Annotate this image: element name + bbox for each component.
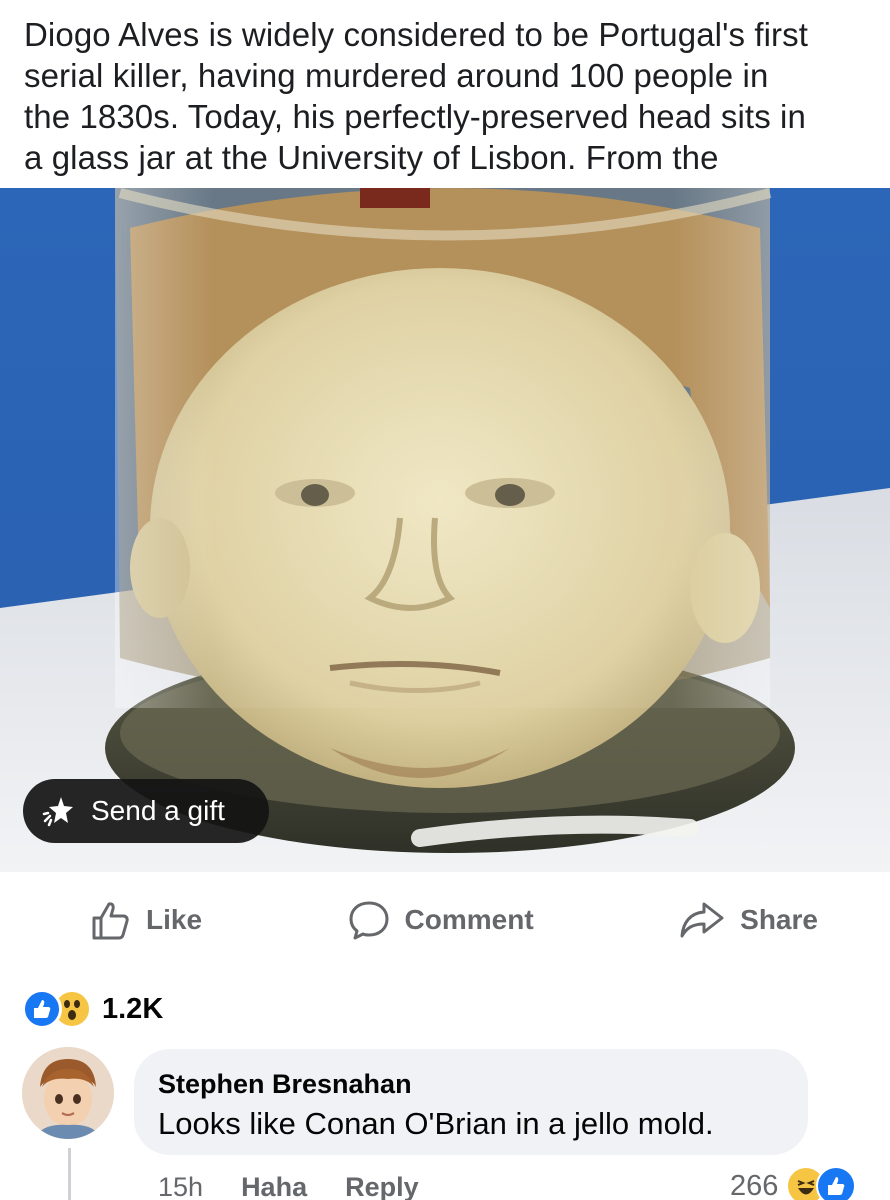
post-text-line: Diogo Alves is widely considered to be P… (24, 16, 809, 53)
comment-time[interactable]: 15h (158, 1172, 203, 1200)
gift-sparkle-icon (39, 791, 79, 831)
post-text-line: a glass jar at the University of Lisbon.… (24, 139, 719, 176)
thumbs-up-icon (92, 901, 129, 939)
post-photo[interactable] (0, 188, 890, 872)
share-button[interactable]: Share (678, 898, 818, 942)
comment-reaction-faces (786, 1166, 857, 1200)
share-arrow-icon (680, 902, 724, 937)
thread-line (68, 1148, 71, 1200)
comment-bubble[interactable]: Stephen Bresnahan Looks like Conan O'Bri… (134, 1049, 808, 1155)
comment-reactions[interactable]: 266 (730, 1166, 857, 1200)
post-text-line: serial killer, having murdered around 10… (24, 57, 769, 94)
like-button[interactable]: Like (88, 898, 202, 942)
share-label: Share (740, 903, 818, 935)
post-action-bar: Like Comment Share (0, 872, 890, 967)
comment-label: Comment (404, 903, 534, 935)
send-gift-button[interactable]: Send a gift (23, 779, 269, 843)
send-gift-label: Send a gift (91, 795, 225, 826)
avatar[interactable] (22, 1047, 114, 1139)
comment-text: Looks like Conan O'Brian in a jello mold… (158, 1106, 714, 1141)
reply-button[interactable]: Reply (345, 1172, 419, 1200)
like-label: Like (146, 903, 203, 935)
comment-meta: 15h Haha Reply (158, 1172, 419, 1200)
comment-reaction-count: 266 (730, 1169, 779, 1200)
reaction-count[interactable]: 1.2K (102, 993, 163, 1026)
comment-bubble-icon (349, 901, 389, 939)
comment-author[interactable]: Stephen Bresnahan (158, 1067, 784, 1101)
reactions-summary[interactable]: 1.2K (22, 987, 163, 1031)
post-text: Diogo Alves is widely considered to be P… (0, 0, 890, 190)
like-reaction-icon (22, 989, 62, 1029)
haha-reaction-button[interactable]: Haha (241, 1172, 307, 1200)
like-reaction-icon (816, 1166, 857, 1200)
post-text-line: the 1830s. Today, his perfectly-preserve… (24, 98, 806, 135)
preserved-head-image (0, 188, 890, 872)
comment-button[interactable]: Comment (347, 898, 534, 942)
